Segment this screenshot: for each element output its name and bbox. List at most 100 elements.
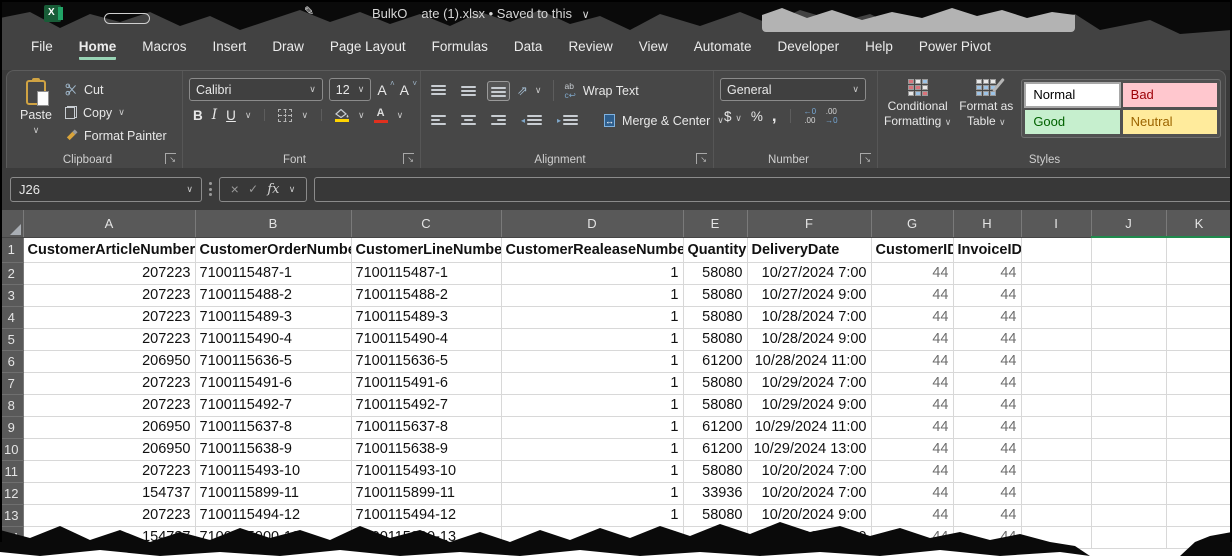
tab-developer[interactable]: Developer — [765, 33, 853, 68]
format-painter-button[interactable]: Format Painter — [65, 125, 167, 146]
cell-J10[interactable] — [1091, 438, 1166, 460]
column-header-A[interactable]: A — [23, 210, 195, 237]
increase-indent-button[interactable]: ▸ — [553, 111, 582, 131]
cell-H7[interactable]: 44 — [953, 372, 1021, 394]
font-dialog-launcher[interactable]: ↘ — [403, 153, 414, 164]
tab-page-layout[interactable]: Page Layout — [317, 33, 419, 68]
alignment-dialog-launcher[interactable]: ↘ — [696, 153, 707, 164]
cell-C1[interactable]: CustomerLineNumber — [351, 237, 501, 262]
cell-A6[interactable]: 206950 — [23, 350, 195, 372]
orientation-chevron-down-icon[interactable]: ∨ — [535, 85, 542, 96]
cell-B3[interactable]: 7100115488-2 — [195, 284, 351, 306]
cell-H12[interactable]: 44 — [953, 482, 1021, 504]
bold-button[interactable]: B — [193, 108, 203, 123]
cell-G10[interactable]: 44 — [871, 438, 953, 460]
cell-F10[interactable]: 10/29/2024 13:00 — [747, 438, 871, 460]
tab-review[interactable]: Review — [555, 33, 625, 68]
cell-B4[interactable]: 7100115489-3 — [195, 306, 351, 328]
cell-D7[interactable]: 1 — [501, 372, 683, 394]
cell-F7[interactable]: 10/29/2024 7:00 — [747, 372, 871, 394]
tab-automate[interactable]: Automate — [681, 33, 765, 68]
cell-F6[interactable]: 10/28/2024 11:00 — [747, 350, 871, 372]
row-header-2[interactable]: 2 — [0, 262, 23, 284]
cell-G9[interactable]: 44 — [871, 416, 953, 438]
cell-E5[interactable]: 58080 — [683, 328, 747, 350]
cell-G2[interactable]: 44 — [871, 262, 953, 284]
align-bottom-button[interactable] — [487, 81, 510, 101]
cell-C6[interactable]: 7100115636-5 — [351, 350, 501, 372]
cell-A9[interactable]: 206950 — [23, 416, 195, 438]
cell-style-good[interactable]: Good — [1025, 110, 1119, 134]
comma-style-button[interactable]: , — [772, 111, 777, 121]
cell-G13[interactable]: 44 — [871, 504, 953, 526]
paste-chevron-down-icon[interactable]: ∨ — [33, 125, 40, 136]
row-header-8[interactable]: 8 — [0, 394, 23, 416]
title-chevron-down-icon[interactable]: ∨ — [582, 9, 590, 21]
tab-help[interactable]: Help — [852, 33, 906, 68]
increase-decimal-button[interactable]: ←0.00 — [804, 107, 816, 125]
cell-K1[interactable] — [1166, 237, 1232, 262]
cell-C11[interactable]: 7100115493-10 — [351, 460, 501, 482]
cell-J11[interactable] — [1091, 460, 1166, 482]
cell-G5[interactable]: 44 — [871, 328, 953, 350]
cell-F5[interactable]: 10/28/2024 9:00 — [747, 328, 871, 350]
decrease-indent-button[interactable]: ◂ — [517, 111, 546, 131]
cell-J14[interactable] — [1091, 526, 1166, 548]
number-dialog-launcher[interactable]: ↘ — [860, 153, 871, 164]
cell-J9[interactable] — [1091, 416, 1166, 438]
cell-H4[interactable]: 44 — [953, 306, 1021, 328]
cell-H10[interactable]: 44 — [953, 438, 1021, 460]
tab-view[interactable]: View — [626, 33, 681, 68]
cell-style-neutral[interactable]: Neutral — [1123, 110, 1217, 134]
cell-A12[interactable]: 154737 — [23, 482, 195, 504]
cell-I4[interactable] — [1021, 306, 1091, 328]
cell-G1[interactable]: CustomerID — [871, 237, 953, 262]
cell-A13[interactable]: 207223 — [23, 504, 195, 526]
cell-G3[interactable]: 44 — [871, 284, 953, 306]
cell-B9[interactable]: 7100115637-8 — [195, 416, 351, 438]
cell-B11[interactable]: 7100115493-10 — [195, 460, 351, 482]
cell-E10[interactable]: 61200 — [683, 438, 747, 460]
row-header-12[interactable]: 12 — [0, 482, 23, 504]
wrap-text-button[interactable]: Wrap Text — [583, 84, 639, 98]
cell-I3[interactable] — [1021, 284, 1091, 306]
cell-A7[interactable]: 207223 — [23, 372, 195, 394]
cell-C7[interactable]: 7100115491-6 — [351, 372, 501, 394]
cell-C5[interactable]: 7100115490-4 — [351, 328, 501, 350]
cell-C8[interactable]: 7100115492-7 — [351, 394, 501, 416]
cell-D9[interactable]: 1 — [501, 416, 683, 438]
decrease-font-size-button[interactable]: A˅ — [400, 82, 416, 98]
cell-F9[interactable]: 10/29/2024 11:00 — [747, 416, 871, 438]
tab-formulas[interactable]: Formulas — [419, 33, 501, 68]
row-header-11[interactable]: 11 — [0, 460, 23, 482]
cell-J1[interactable] — [1091, 237, 1166, 262]
cell-H11[interactable]: 44 — [953, 460, 1021, 482]
cell-K2[interactable] — [1166, 262, 1232, 284]
borders-chevron-down-icon[interactable]: ∨ — [301, 110, 308, 121]
cell-B7[interactable]: 7100115491-6 — [195, 372, 351, 394]
cell-H8[interactable]: 44 — [953, 394, 1021, 416]
align-left-button[interactable] — [427, 111, 450, 131]
cell-D11[interactable]: 1 — [501, 460, 683, 482]
cell-D2[interactable]: 1 — [501, 262, 683, 284]
cell-F13[interactable]: 10/20/2024 9:00 — [747, 504, 871, 526]
cell-B12[interactable]: 7100115899-11 — [195, 482, 351, 504]
cell-A5[interactable]: 207223 — [23, 328, 195, 350]
tab-insert[interactable]: Insert — [200, 33, 260, 68]
cell-K12[interactable] — [1166, 482, 1232, 504]
cell-G4[interactable]: 44 — [871, 306, 953, 328]
column-header-F[interactable]: F — [747, 210, 871, 237]
cell-I6[interactable] — [1021, 350, 1091, 372]
cell-J5[interactable] — [1091, 328, 1166, 350]
cell-E8[interactable]: 58080 — [683, 394, 747, 416]
cell-K8[interactable] — [1166, 394, 1232, 416]
row-header-4[interactable]: 4 — [0, 306, 23, 328]
cell-B5[interactable]: 7100115490-4 — [195, 328, 351, 350]
increase-font-size-button[interactable]: A˄ — [377, 82, 393, 98]
column-header-B[interactable]: B — [195, 210, 351, 237]
cell-K4[interactable] — [1166, 306, 1232, 328]
cell-E7[interactable]: 58080 — [683, 372, 747, 394]
cell-J12[interactable] — [1091, 482, 1166, 504]
cell-E1[interactable]: Quantity — [683, 237, 747, 262]
merge-center-button[interactable]: Merge & Center — [622, 114, 710, 128]
